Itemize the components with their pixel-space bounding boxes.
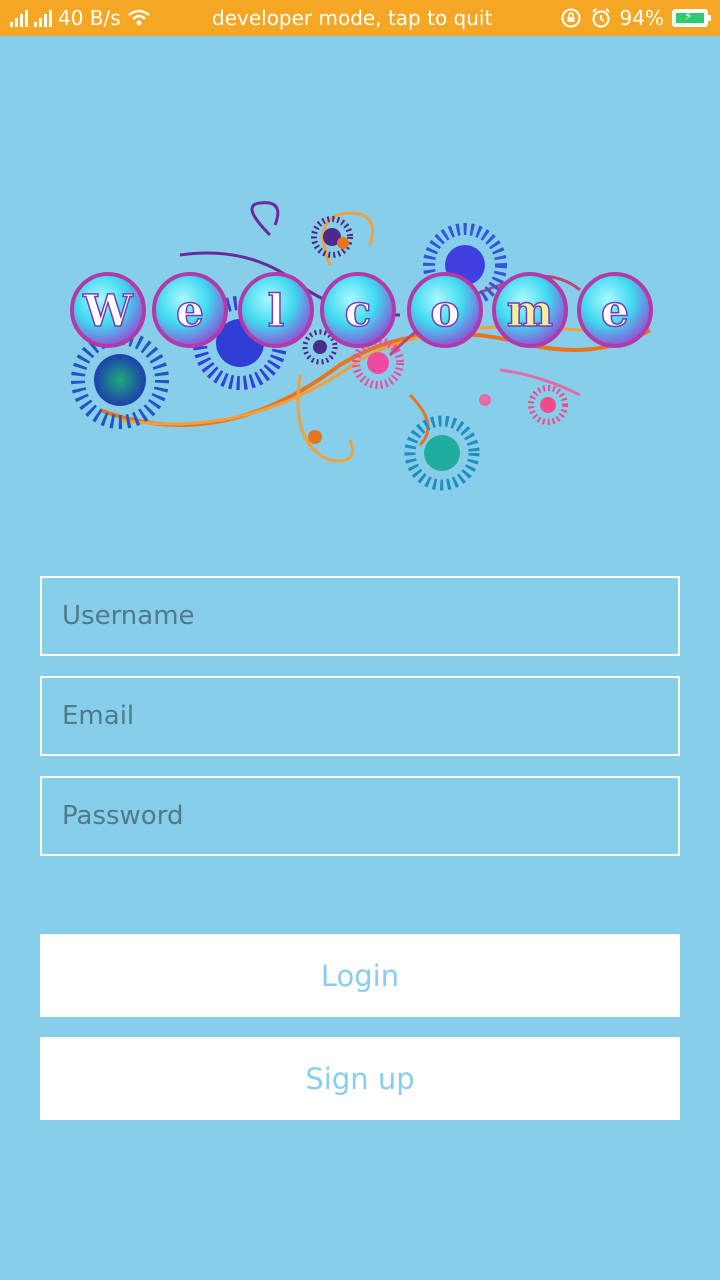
- signal-strength-icon-2: [34, 9, 52, 27]
- status-bar: 40 B/s developer mode, tap to quit 94%: [0, 0, 720, 36]
- signup-button[interactable]: Sign up: [40, 1037, 680, 1120]
- alarm-clock-icon: [591, 8, 610, 28]
- developer-mode-notice[interactable]: developer mode, tap to quit: [212, 0, 492, 36]
- battery-percent: 94%: [619, 6, 664, 30]
- svg-text:e: e: [601, 286, 629, 337]
- username-input[interactable]: [40, 576, 680, 656]
- svg-text:e: e: [176, 286, 204, 337]
- flower-decoration: [302, 329, 338, 365]
- svg-text:c: c: [345, 286, 372, 337]
- svg-text:W: W: [82, 286, 133, 337]
- signal-strength-icon: [10, 9, 28, 27]
- svg-text:l: l: [268, 286, 285, 337]
- network-speed: 40 B/s: [58, 6, 121, 30]
- svg-text:o: o: [430, 286, 459, 337]
- rotation-lock-icon: [561, 8, 581, 28]
- status-right: 94%: [560, 0, 711, 36]
- flower-decoration: [311, 216, 353, 258]
- status-left: 40 B/s: [10, 6, 151, 30]
- flower-decoration: [404, 415, 480, 491]
- battery-icon: [672, 9, 711, 27]
- login-button[interactable]: Login: [40, 934, 680, 1017]
- wifi-icon: [127, 9, 150, 26]
- welcome-logo: W e l c o m e: [70, 201, 653, 491]
- welcome-letters: W e l c o m e: [70, 272, 653, 348]
- flower-decoration: [71, 331, 169, 429]
- password-input[interactable]: [40, 776, 680, 856]
- email-input[interactable]: [40, 676, 680, 756]
- svg-text:m: m: [507, 286, 554, 337]
- developer-mode-text[interactable]: developer mode, tap to quit: [212, 6, 492, 30]
- flower-decoration: [528, 385, 568, 425]
